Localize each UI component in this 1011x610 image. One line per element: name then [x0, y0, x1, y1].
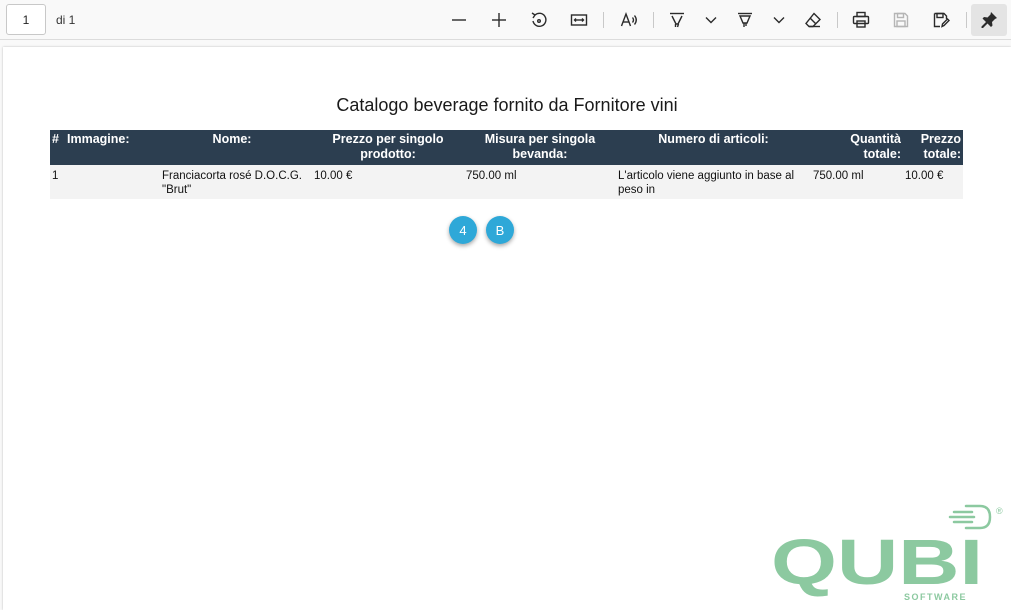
logo-speed-mark — [948, 504, 992, 530]
column-header: Quantità totale: — [850, 132, 901, 161]
column-header: Prezzo totale: — [920, 132, 961, 161]
table-cell: 10.00 € — [905, 170, 944, 182]
print-icon[interactable] — [846, 5, 876, 35]
pdf-toolbar: di 1 — [0, 0, 1011, 40]
plus-icon[interactable] — [484, 5, 514, 35]
catalog-table: # Immagine: Nome: Prezzo per singolo pro… — [50, 130, 963, 199]
column-header: Prezzo per singolo prodotto: — [332, 132, 444, 161]
toolbar-divider — [603, 12, 604, 28]
table-row: 1 Franciacorta rosé D.O.C.G. "Brut" 10.0… — [50, 165, 963, 199]
page-number-input[interactable] — [6, 4, 46, 35]
logo-subtext: SOFTWARE — [904, 592, 967, 602]
eraser-icon[interactable] — [798, 5, 828, 35]
column-header: Nome: — [212, 132, 252, 146]
pill-button-b[interactable]: B — [486, 216, 514, 244]
save-icon — [886, 5, 916, 35]
document-title: Catalogo beverage fornito da Fornitore v… — [336, 95, 678, 115]
chevron-down-icon[interactable] — [764, 5, 794, 35]
logo-wordmark: QUBI — [771, 526, 983, 598]
qubi-software-logo: ® QUBI SOFTWARE — [771, 504, 1003, 602]
page-count-label: di 1 — [56, 13, 76, 27]
table-cell: L'articolo viene aggiunto in base al pes… — [618, 170, 795, 196]
registered-mark: ® — [996, 506, 1003, 516]
table-cell: 750.00 ml — [813, 170, 864, 182]
highlight-icon[interactable] — [730, 5, 760, 35]
column-header: Misura per singola bevanda: — [484, 132, 596, 161]
pill-button-4[interactable]: 4 — [449, 216, 477, 244]
document-page: Catalogo beverage fornito da Fornitore v… — [3, 47, 1011, 610]
toolbar-divider — [837, 12, 838, 28]
pin-icon[interactable] — [971, 4, 1007, 36]
column-header: Numero di articoli: — [658, 132, 769, 146]
rotate-icon[interactable] — [524, 5, 554, 35]
toolbar-divider — [653, 12, 654, 28]
column-header: # — [52, 132, 59, 146]
chevron-down-icon[interactable] — [696, 5, 726, 35]
table-header-row: # Immagine: Nome: Prezzo per singolo pro… — [50, 130, 963, 165]
table-cell: 10.00 € — [314, 170, 353, 182]
table-cell — [65, 165, 152, 199]
table-cell: Franciacorta rosé D.O.C.G. "Brut" — [162, 170, 302, 196]
toolbar-divider — [966, 12, 967, 28]
read-aloud-icon[interactable] — [614, 5, 644, 35]
table-cell: 1 — [52, 170, 59, 182]
column-header: Immagine: — [67, 132, 130, 146]
table-cell: 750.00 ml — [466, 170, 517, 182]
save-as-icon[interactable] — [926, 5, 956, 35]
fit-width-icon[interactable] — [564, 5, 594, 35]
draw-icon[interactable] — [662, 5, 692, 35]
minus-icon[interactable] — [444, 5, 474, 35]
